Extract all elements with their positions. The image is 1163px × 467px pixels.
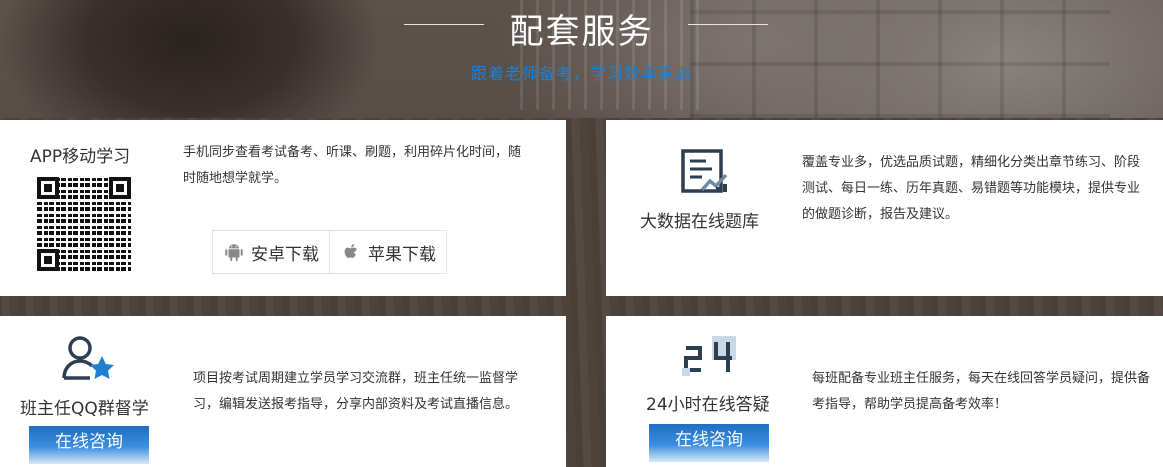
download-buttons: 安卓下载 苹果下载 <box>212 230 447 274</box>
card-title: 班主任QQ群督学 <box>20 399 149 419</box>
answer-24h-card: 24小时在线答疑 每班配备专业班主任服务，每天在线回答学员疑问，提供备考指导，帮… <box>606 316 1163 467</box>
ios-download-button[interactable]: 苹果下载 <box>329 231 446 273</box>
card-description: 项目按考试周期建立学员学习交流群，班主任统一监督学习，编辑发送报考指导，分享内部… <box>193 371 519 412</box>
card-title: 24小时在线答疑 <box>646 395 770 415</box>
app-learning-card: APP移动学习 手机同步查看考试备考、听课、刷题，利用碎片化时间，随时随地想学就… <box>0 120 566 296</box>
qr-code-icon <box>37 177 131 271</box>
card-title: 大数据在线题库 <box>640 212 759 232</box>
apple-icon <box>344 244 357 258</box>
card-description: 手机同步查看考试备考、听课、刷题，利用碎片化时间，随时随地想学就学。 <box>183 145 522 186</box>
android-icon <box>225 244 243 262</box>
qq-group-card: 班主任QQ群督学 项目按考试周期建立学员学习交流群，班主任统一监督学习，编辑发送… <box>0 316 566 467</box>
header-divider-right <box>688 24 768 25</box>
24-hours-icon <box>682 336 736 376</box>
online-consult-button[interactable]: 在线咨询 <box>29 426 149 464</box>
report-chart-icon <box>681 149 728 193</box>
user-star-icon <box>62 336 114 380</box>
card-title: APP移动学习 <box>30 147 131 167</box>
card-description: 覆盖专业多，优选品质试题，精细化分类出章节练习、阶段测试、每日一练、历年真题、易… <box>802 155 1141 222</box>
ios-download-label: 苹果下载 <box>368 244 436 265</box>
section-title: 配套服务 <box>509 12 654 52</box>
question-bank-card: 大数据在线题库 覆盖专业多，优选品质试题，精细化分类出章节练习、阶段测试、每日一… <box>606 120 1163 296</box>
online-consult-button[interactable]: 在线咨询 <box>649 424 769 462</box>
card-description: 每班配备专业班主任服务，每天在线回答学员疑问，提供备考指导，帮助学员提高备考效率… <box>812 371 1151 412</box>
android-download-label: 安卓下载 <box>251 244 319 265</box>
section-subtitle: 跟着老师备考，学习效率更高 <box>470 64 692 83</box>
android-download-button[interactable]: 安卓下载 <box>213 231 329 273</box>
